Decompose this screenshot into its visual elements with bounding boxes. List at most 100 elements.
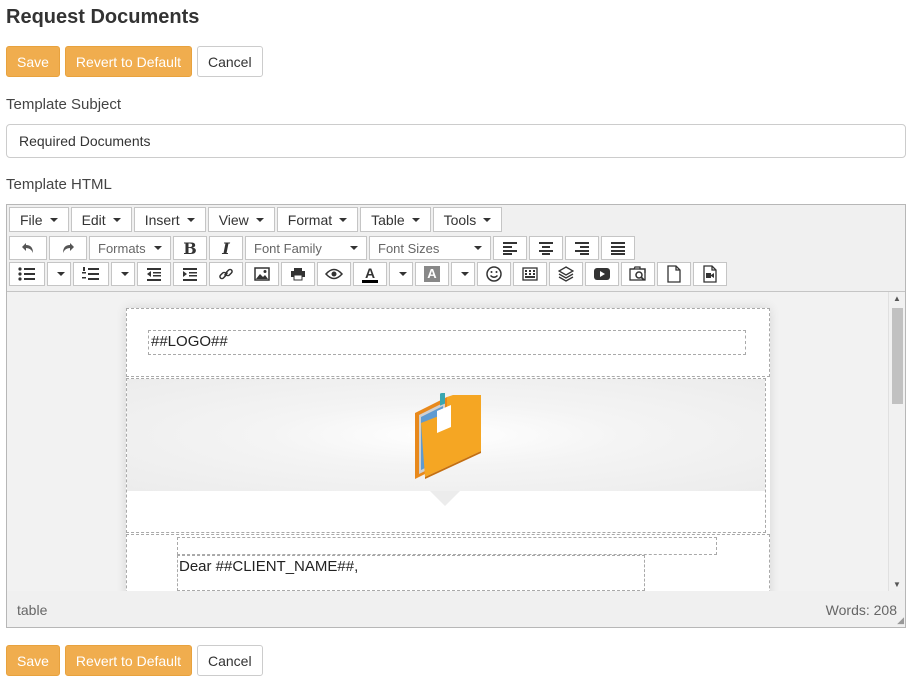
bullet-list-button[interactable] [9,262,45,286]
print-button[interactable] [281,262,315,286]
scrollbar-thumb[interactable] [892,308,903,404]
text-color-button[interactable]: A [353,262,387,286]
font-family-dropdown[interactable]: Font Family [245,236,367,260]
numbered-list-button[interactable] [73,262,109,286]
menu-table-label: Table [371,211,405,228]
menu-table[interactable]: Table [360,207,431,232]
preview-button[interactable] [317,262,351,286]
resize-handle-icon[interactable]: ◢ [897,615,904,626]
revert-to-default-button[interactable]: Revert to Default [64,46,192,77]
caret-down-icon [255,217,264,222]
background-color-button[interactable]: A [415,262,449,286]
align-center-icon [539,242,553,255]
top-button-row: Save Revert to Default Cancel [6,46,263,77]
text-color-options-button[interactable] [389,262,413,286]
numbered-list-options-button[interactable] [111,262,135,286]
align-left-button[interactable] [493,236,527,260]
align-justify-icon [611,242,625,255]
image-button[interactable] [245,262,279,286]
revert-to-default-button-bottom[interactable]: Revert to Default [64,645,192,676]
editor-scrollbar[interactable]: ▲ ▼ [888,292,905,591]
caret-down-icon [56,272,65,276]
logo-placeholder-cell[interactable]: ##LOGO## [148,330,746,355]
character-map-button[interactable] [513,262,547,286]
hero-pointer-arrow [430,491,460,506]
layers-icon [558,266,574,282]
bold-button[interactable]: B [173,236,207,260]
menu-view-label: View [218,211,249,228]
editor-toolbar-row-2: A A [9,262,727,286]
text-color-icon: A [364,264,376,281]
template-button[interactable] [693,262,727,286]
eye-icon [325,268,343,280]
menu-format[interactable]: Format [276,207,359,232]
greeting-text[interactable]: Dear ##CLIENT_NAME##, [177,555,645,591]
indent-button[interactable] [173,262,207,286]
font-sizes-dropdown[interactable]: Font Sizes [369,236,491,260]
undo-button[interactable] [9,236,47,260]
align-left-icon [503,242,517,255]
media-button[interactable] [585,262,619,286]
search-replace-button[interactable] [621,262,655,286]
body-table-block[interactable]: Dear ##CLIENT_NAME##, [126,534,770,591]
formats-label: Formats [98,240,146,256]
menu-tools[interactable]: Tools [432,207,503,232]
caret-down-icon [398,272,407,276]
editor-content-area[interactable]: ##LOGO## Dear ##CLIENT_NAME##, ▲ ▼ [7,291,905,591]
menu-file-label: File [20,211,43,228]
font-sizes-label: Font Sizes [378,240,440,256]
editor-menubar: File Edit Insert View Format Table Tools [9,207,503,232]
menu-tools-label: Tools [443,211,477,228]
video-icon [594,268,610,280]
menu-insert[interactable]: Insert [133,207,206,232]
align-right-icon [575,242,589,255]
page-title: Request Documents [6,6,200,28]
scroll-up-arrow-icon[interactable]: ▲ [893,294,901,303]
align-center-button[interactable] [529,236,563,260]
smiley-icon [486,266,502,282]
layers-button[interactable] [549,262,583,286]
search-replace-icon [629,266,646,281]
element-path[interactable]: table [17,602,47,618]
folder-icon [415,393,481,479]
outdent-button[interactable] [137,262,171,286]
align-right-button[interactable] [565,236,599,260]
cancel-button-bottom[interactable]: Cancel [196,645,263,676]
template-subject-label: Template Subject [6,96,122,113]
menu-view[interactable]: View [207,207,275,232]
caret-down-icon [154,246,162,250]
indent-icon [183,268,197,281]
bullet-list-icon [18,267,35,281]
bullet-list-options-button[interactable] [47,262,71,286]
editor-statusbar: table Words: 208 ◢ [7,592,905,627]
menu-file[interactable]: File [9,207,69,232]
caret-down-icon [120,272,129,276]
redo-button[interactable] [49,236,87,260]
caret-down-icon [483,217,492,222]
align-justify-button[interactable] [601,236,635,260]
document-icon [667,265,681,283]
caret-down-icon [474,246,482,250]
caret-down-icon [186,217,195,222]
save-button-bottom[interactable]: Save [6,645,60,676]
link-icon [219,268,233,280]
save-button[interactable]: Save [6,46,60,77]
emoticons-button[interactable] [477,262,511,286]
caret-down-icon [112,217,121,222]
scroll-down-arrow-icon[interactable]: ▼ [893,580,901,589]
text-color-swatch [362,279,378,283]
new-document-button[interactable] [657,262,691,286]
editor-toolbar-row-1: Formats B I Font Family Font Sizes [9,236,635,260]
menu-edit[interactable]: Edit [70,207,132,232]
background-color-options-button[interactable] [451,262,475,286]
link-button[interactable] [209,262,243,286]
logo-table-block[interactable]: ##LOGO## [126,308,770,377]
hero-image-block[interactable] [126,378,766,533]
cancel-button[interactable]: Cancel [196,46,263,77]
italic-button[interactable]: I [209,236,243,260]
charmap-icon [522,267,538,281]
template-subject-input[interactable] [6,124,906,158]
bottom-button-row: Save Revert to Default Cancel [6,645,263,676]
body-spacer-cell[interactable] [177,537,717,555]
formats-dropdown[interactable]: Formats [89,236,171,260]
